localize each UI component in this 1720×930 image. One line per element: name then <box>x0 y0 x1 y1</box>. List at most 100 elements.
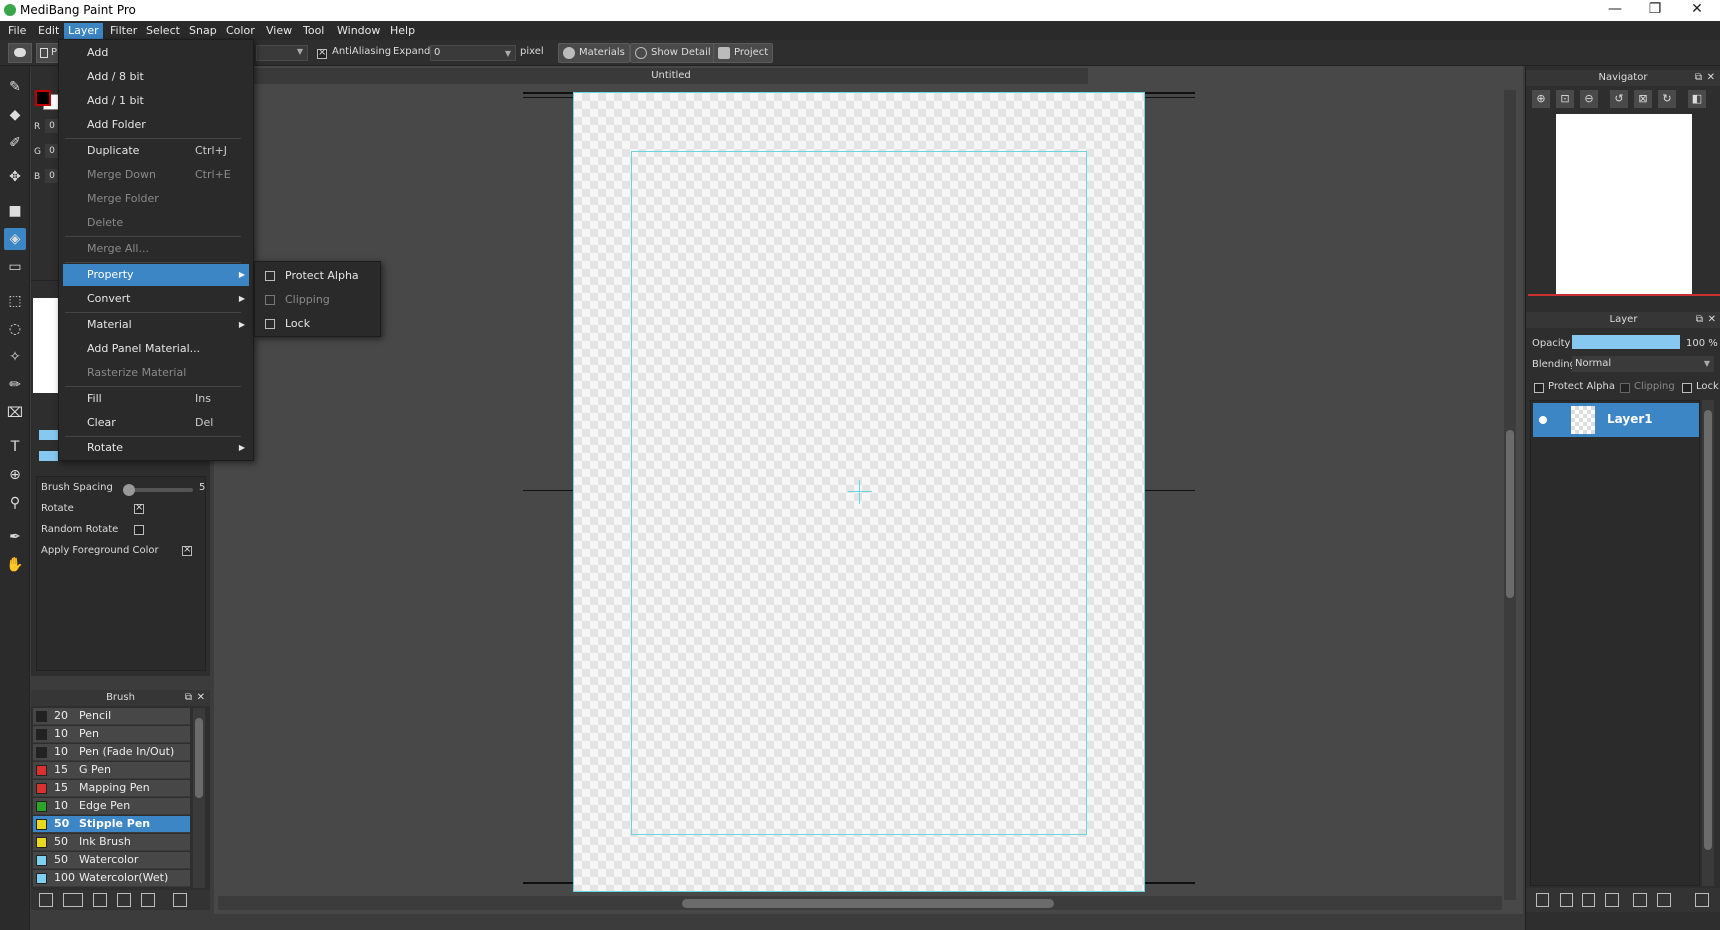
document-tab[interactable]: Untitled <box>254 68 1088 84</box>
popout-icon[interactable]: ⧉ <box>1695 70 1702 86</box>
submenu-protect-alpha[interactable]: Protect Alpha <box>259 265 377 287</box>
fit-icon[interactable]: ⊡ <box>1556 90 1574 108</box>
submenu-lock[interactable]: Lock <box>259 313 377 335</box>
lock-checkbox[interactable] <box>1682 381 1692 394</box>
rotate-left-icon[interactable]: ↺ <box>1610 90 1628 108</box>
random-rotate-checkbox[interactable] <box>134 523 144 536</box>
brush-folder-icon[interactable] <box>117 893 131 907</box>
blending-dropdown[interactable]: Normal ▼ <box>1572 356 1714 372</box>
brush-item[interactable]: 15 Mapping Pen <box>33 780 190 797</box>
paint-tool-icon[interactable]: ✒ <box>4 526 26 548</box>
new-brush-icon[interactable] <box>39 893 53 907</box>
menu-help[interactable]: Help <box>386 23 419 40</box>
brush-item[interactable]: 10 Edge Pen <box>33 798 190 815</box>
new-8bit-layer-icon[interactable] <box>1560 893 1573 907</box>
menu-add-8bit[interactable]: Add / 8 bit <box>63 66 249 88</box>
antialias-checkbox[interactable] <box>317 47 327 60</box>
materials-button[interactable]: Materials <box>558 43 630 63</box>
tolerance-dropdown[interactable]: ▼ <box>256 45 308 61</box>
brush-item[interactable]: 15 G Pen <box>33 762 190 779</box>
zoom-in-icon[interactable]: ⊕ <box>1532 90 1550 108</box>
brush-item[interactable]: 20 Pencil <box>33 708 190 725</box>
layer-row[interactable]: Layer1 <box>1533 403 1699 437</box>
brush-item[interactable]: 10 Pen <box>33 726 190 743</box>
new-folder-icon[interactable] <box>1605 893 1619 907</box>
rotate-right-icon[interactable]: ↻ <box>1658 90 1676 108</box>
menu-snap[interactable]: Snap <box>185 23 221 40</box>
menu-material[interactable]: Material ▶ <box>63 314 249 336</box>
menu-add[interactable]: Add <box>63 42 249 64</box>
r-value[interactable]: 0 <box>45 119 59 133</box>
menu-delete[interactable]: Delete <box>63 212 249 234</box>
apply-foreground-checkbox[interactable] <box>182 544 192 557</box>
brush-item[interactable]: 50 Watercolor <box>33 852 190 869</box>
menu-convert[interactable]: Convert ▶ <box>63 288 249 310</box>
new-layer-icon[interactable] <box>1536 893 1549 907</box>
menu-view[interactable]: View <box>262 23 296 40</box>
duplicate-layer-icon[interactable] <box>1633 893 1647 907</box>
brush-list-scrollbar[interactable] <box>193 708 205 888</box>
brush-settings-icon[interactable] <box>93 893 107 907</box>
menu-file[interactable]: File <box>4 23 30 40</box>
opacity-slider[interactable] <box>1572 335 1680 349</box>
menu-tool[interactable]: Tool <box>299 23 328 40</box>
eye-icon[interactable] <box>1539 416 1547 424</box>
minimize-button[interactable]: — <box>1601 1 1629 17</box>
new-1bit-layer-icon[interactable] <box>1582 893 1595 907</box>
brush-item[interactable]: 50 Ink Brush <box>33 834 190 851</box>
menu-layer[interactable]: Layer <box>64 23 103 40</box>
b-value[interactable]: 0 <box>45 169 59 183</box>
menu-rasterize-material[interactable]: Rasterize Material <box>63 362 249 384</box>
menu-color[interactable]: Color <box>222 23 259 40</box>
lasso-tool-icon[interactable]: ◌ <box>4 318 26 340</box>
duplicate-brush-icon[interactable] <box>141 893 155 907</box>
menu-edit[interactable]: Edit <box>34 23 63 40</box>
menu-window[interactable]: Window <box>333 23 384 40</box>
expand-input[interactable]: 0 ▼ <box>430 45 516 61</box>
menu-merge-all[interactable]: Merge All... <box>63 238 249 260</box>
menu-duplicate[interactable]: Duplicate Ctrl+J <box>63 140 249 162</box>
select-rect-tool-icon[interactable]: ⬚ <box>4 290 26 312</box>
move-tool-icon[interactable]: ✥ <box>4 166 26 188</box>
canvas-horizontal-scrollbar[interactable] <box>218 896 1502 910</box>
reset-view-icon[interactable]: ⊠ <box>1634 90 1652 108</box>
brush-tool-icon[interactable]: ✎ <box>4 76 26 98</box>
brush-spacing-slider[interactable] <box>123 484 193 496</box>
select-eraser-tool-icon[interactable]: ⌧ <box>4 402 26 424</box>
merge-down-icon[interactable] <box>1657 893 1671 907</box>
project-button[interactable]: Project <box>713 43 774 63</box>
menu-select[interactable]: Select <box>142 23 184 40</box>
trash-icon[interactable] <box>1695 893 1709 907</box>
popout-icon[interactable]: ⧉ <box>185 690 192 706</box>
menu-clear[interactable]: Clear Del <box>63 412 249 434</box>
magic-wand-tool-icon[interactable]: ✧ <box>4 346 26 368</box>
flip-icon[interactable]: ◧ <box>1688 90 1706 108</box>
eyedropper-tool-icon[interactable]: ⚲ <box>4 492 26 514</box>
dot-brush-tool-icon[interactable]: ✐ <box>4 132 26 154</box>
menu-add-1bit[interactable]: Add / 1 bit <box>63 90 249 112</box>
document-canvas[interactable] <box>573 92 1145 892</box>
close-icon[interactable]: ✕ <box>1708 312 1716 328</box>
select-pen-tool-icon[interactable]: ✏ <box>4 374 26 396</box>
menu-merge-folder[interactable]: Merge Folder <box>63 188 249 210</box>
navigator-preview[interactable] <box>1528 114 1720 296</box>
add-brush-menu-icon[interactable] <box>63 893 83 907</box>
menu-property[interactable]: Property ▶ <box>63 264 249 286</box>
menu-merge-down[interactable]: Merge Down Ctrl+E <box>63 164 249 186</box>
popout-icon[interactable]: ⧉ <box>1696 312 1703 328</box>
brush-item[interactable]: 10 Pen (Fade In/Out) <box>33 744 190 761</box>
brush-item-selected[interactable]: 50 Stipple Pen <box>33 816 190 833</box>
operation-tool-icon[interactable]: ⊕ <box>4 464 26 486</box>
close-icon[interactable]: ✕ <box>197 690 205 706</box>
gradient-tool-icon[interactable]: ▭ <box>4 256 26 278</box>
foreground-color-swatch[interactable] <box>35 90 51 106</box>
cloud-icon[interactable] <box>8 43 32 63</box>
maximize-button[interactable]: ❐ <box>1641 1 1669 17</box>
menu-add-folder[interactable]: Add Folder <box>63 114 249 136</box>
close-button[interactable]: ✕ <box>1683 1 1711 17</box>
menu-rotate[interactable]: Rotate ▶ <box>63 437 249 459</box>
close-icon[interactable]: ✕ <box>1707 70 1715 86</box>
submenu-clipping[interactable]: Clipping <box>259 289 377 311</box>
shape-fill-tool-icon[interactable]: ■ <box>4 200 26 222</box>
menu-add-panel-material[interactable]: Add Panel Material... <box>63 338 249 360</box>
